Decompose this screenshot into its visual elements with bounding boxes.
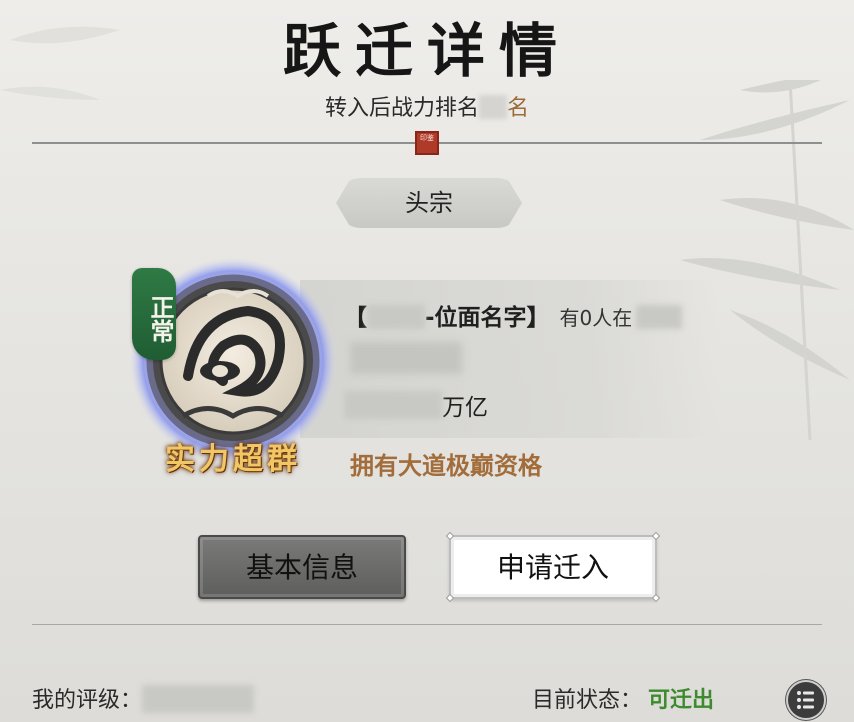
power-unit: 万亿 <box>442 395 488 421</box>
corner-ornament <box>445 531 455 541</box>
corner-ornament <box>651 593 661 603</box>
plane-open-bracket: 【 <box>344 305 367 331</box>
sect-rank-banner: 头宗 <box>336 178 522 228</box>
status-tag-normal: 正常 <box>132 268 176 360</box>
rank-after-transfer: 转入后战力排名 名 <box>0 90 854 122</box>
basic-info-button[interactable]: 基本信息 <box>198 535 406 599</box>
list-menu-icon <box>797 691 814 709</box>
menu-button[interactable] <box>786 680 826 720</box>
apply-move-in-button[interactable]: 申请迁入 <box>445 531 661 603</box>
sect-name-redacted <box>350 342 462 374</box>
plane-id-redacted <box>367 305 425 329</box>
my-rating-label: 我的评级： <box>32 688 143 713</box>
rank-number-redacted <box>479 95 507 119</box>
plane-name: -位面名字】 <box>425 305 550 331</box>
bottom-divider <box>32 624 822 625</box>
corner-ornament <box>651 531 661 541</box>
power-row: 万亿 <box>344 388 488 422</box>
people-location-redacted <box>636 305 683 329</box>
corner-ornament <box>445 593 455 603</box>
qualification-text: 拥有大道极巅资格 <box>350 452 542 480</box>
my-rating-redacted <box>142 685 255 713</box>
my-rating: 我的评级： <box>32 682 255 714</box>
page-title: 跃迁详情 <box>282 17 571 85</box>
people-count: 有0人在 <box>559 306 633 330</box>
current-status-label: 目前状态： <box>532 688 643 713</box>
current-status: 目前状态： 可迁出 <box>532 682 714 714</box>
strength-rank-label: 实力超群 <box>165 442 301 477</box>
power-value-redacted <box>344 391 442 419</box>
seal-stamp-icon: 印鉴 <box>415 131 439 155</box>
rank-suffix: 名 <box>507 96 530 121</box>
rank-prefix: 转入后战力排名 <box>324 96 479 121</box>
current-status-value: 可迁出 <box>648 688 715 713</box>
apply-move-in-label: 申请迁入 <box>496 551 609 584</box>
plane-name-row: 【 -位面名字】 有0人在 <box>344 298 683 332</box>
seal-text: 印鉴 <box>420 134 434 142</box>
